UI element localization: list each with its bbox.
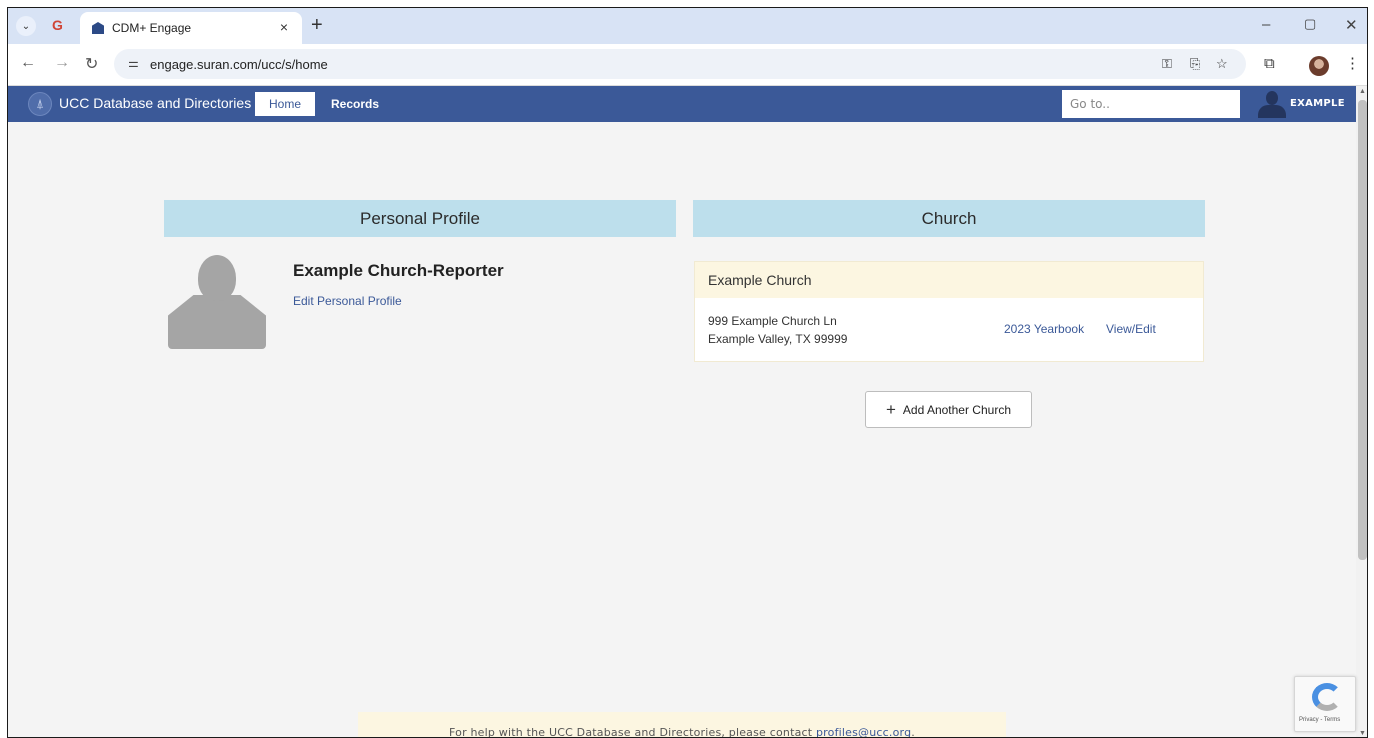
church-header: Church xyxy=(693,200,1205,237)
site-header: ⍋ UCC Database and Directories Home Reco… xyxy=(8,86,1356,122)
add-another-church-label: Add Another Church xyxy=(902,402,1011,417)
scroll-up-arrow-icon[interactable]: ▲ xyxy=(1359,88,1366,95)
ucc-logo-icon[interactable]: ⍋ xyxy=(28,92,52,116)
tab-title: CDM+ Engage xyxy=(112,21,192,35)
scroll-down-arrow-icon[interactable]: ▼ xyxy=(1359,730,1366,737)
user-menu-name[interactable]: EXAMPLE xyxy=(1290,98,1345,109)
user-avatar-icon[interactable] xyxy=(1258,91,1286,118)
church-name: Example Church xyxy=(695,262,1203,298)
google-icon[interactable]: G xyxy=(52,17,63,33)
footer-email-link[interactable]: profiles@ucc.org xyxy=(816,726,911,737)
site-title[interactable]: UCC Database and Directories xyxy=(59,95,251,111)
forward-icon[interactable]: → xyxy=(54,54,70,72)
nav-home-tab[interactable]: Home xyxy=(255,92,315,116)
back-icon[interactable]: ← xyxy=(20,54,36,72)
browser-window: ⌄ G CDM+ Engage × + – ▢ ✕ ← → ↻ ⚌ engage… xyxy=(7,7,1368,738)
new-tab-button[interactable]: + xyxy=(311,14,323,37)
profile-silhouette-icon xyxy=(168,255,266,349)
scrollbar-thumb[interactable] xyxy=(1358,100,1367,560)
footer-help-text: For help with the UCC Database and Direc… xyxy=(449,726,816,738)
maximize-button[interactable]: ▢ xyxy=(1304,16,1316,32)
yearbook-link[interactable]: 2023 Yearbook xyxy=(1004,322,1084,336)
church-address-line2: Example Valley, TX 99999 xyxy=(708,332,848,346)
edit-personal-profile-link[interactable]: Edit Personal Profile xyxy=(293,294,402,308)
nav-records-tab[interactable]: Records xyxy=(331,97,379,111)
tab-close-icon[interactable]: × xyxy=(280,19,288,35)
footer-help-suffix: . xyxy=(911,726,915,738)
personal-profile-header: Personal Profile xyxy=(164,200,676,237)
tab-favicon-icon xyxy=(92,22,104,34)
footer-help: For help with the UCC Database and Direc… xyxy=(358,712,1006,738)
add-another-church-button[interactable]: + Add Another Church xyxy=(865,391,1032,428)
recaptcha-terms[interactable]: Privacy - Terms xyxy=(1299,717,1340,723)
minimize-button[interactable]: – xyxy=(1262,16,1270,33)
church-card: Example Church 999 Example Church Ln Exa… xyxy=(694,261,1204,362)
profile-name: Example Church-Reporter xyxy=(293,261,504,280)
tab-strip: ⌄ G CDM+ Engage × + – ▢ ✕ xyxy=(8,8,1367,44)
bookmark-star-icon[interactable]: ☆ xyxy=(1216,56,1228,72)
site-settings-icon[interactable]: ⚌ xyxy=(128,56,139,70)
page-scrollbar[interactable]: ▲ ▼ xyxy=(1356,86,1367,737)
browser-tab[interactable]: CDM+ Engage × xyxy=(80,12,302,44)
close-window-button[interactable]: ✕ xyxy=(1345,16,1358,34)
url-text[interactable]: engage.suran.com/ucc/s/home xyxy=(150,57,328,72)
reload-icon[interactable]: ↻ xyxy=(85,54,98,74)
install-app-icon[interactable]: ⎘ xyxy=(1190,56,1200,72)
browser-profile-avatar[interactable] xyxy=(1309,56,1329,76)
recaptcha-badge[interactable]: Privacy - Terms xyxy=(1294,676,1356,732)
goto-search-input[interactable] xyxy=(1062,90,1240,118)
menu-dots-icon[interactable]: ⋮ xyxy=(1345,54,1360,72)
recaptcha-icon xyxy=(1312,683,1342,711)
church-address-line1: 999 Example Church Ln xyxy=(708,314,837,328)
view-edit-link[interactable]: View/Edit xyxy=(1106,322,1156,336)
address-bar: ← → ↻ ⚌ engage.suran.com/ucc/s/home ⚿ ⎘ … xyxy=(8,44,1367,86)
extensions-icon[interactable]: ⧉ xyxy=(1264,55,1275,72)
omnibox[interactable]: ⚌ engage.suran.com/ucc/s/home ⚿ ⎘ ☆ xyxy=(114,49,1246,79)
tab-dropdown-icon[interactable]: ⌄ xyxy=(16,16,36,36)
plus-icon: + xyxy=(885,400,896,419)
password-key-icon[interactable]: ⚿ xyxy=(1162,56,1172,72)
